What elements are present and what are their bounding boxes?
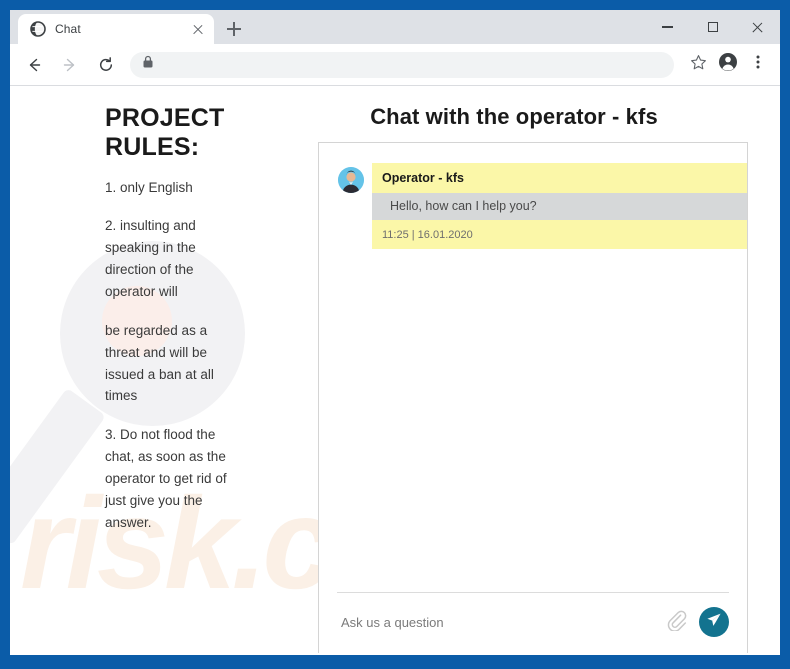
reload-button[interactable] — [91, 50, 121, 80]
paperclip-icon — [665, 609, 687, 636]
project-rules-panel: PROJECT RULES: 1. only English 2. insult… — [105, 104, 290, 653]
composer-divider — [337, 592, 729, 593]
chat-window: Operator - kfs Hello, how can I help you… — [318, 142, 748, 653]
project-rule-item: be regarded as a threat and will be issu… — [105, 322, 214, 404]
globe-icon — [30, 21, 46, 37]
profile-button[interactable] — [714, 51, 742, 79]
tab-title: Chat — [55, 22, 81, 36]
chat-message: Operator - kfs Hello, how can I help you… — [319, 163, 747, 249]
maximize-icon — [707, 22, 718, 32]
tab-strip: Chat — [10, 10, 780, 44]
project-rule-item: 1. only English — [105, 179, 193, 195]
chat-heading: Chat with the operator - kfs — [370, 104, 658, 129]
tab-chat[interactable]: Chat — [18, 14, 214, 44]
lock-icon — [142, 55, 154, 74]
address-bar[interactable] — [130, 51, 674, 78]
project-rule-item: 3. Do not flood the chat, as soon as the… — [105, 427, 227, 530]
chat-message-timestamp: 11:25 | 16.01.2020 — [382, 229, 473, 241]
attach-file-button[interactable] — [663, 609, 689, 635]
chat-input[interactable] — [337, 614, 663, 630]
minimize-icon — [662, 26, 673, 28]
window-controls — [645, 10, 780, 44]
reload-icon — [97, 56, 115, 74]
chat-message-body: Operator - kfs Hello, how can I help you… — [372, 163, 747, 249]
chat-column: Chat with the operator - kfs Operator - … — [318, 104, 772, 653]
send-message-button[interactable] — [699, 607, 729, 637]
chat-message-text: Hello, how can I help you? — [372, 193, 747, 220]
star-icon — [690, 54, 707, 76]
page-viewport: PC risk.com PROJECT RULES: 1. only Engli… — [10, 86, 780, 653]
arrow-right-icon — [61, 56, 79, 74]
chat-composer — [319, 592, 747, 653]
page-content: PROJECT RULES: 1. only English 2. insult… — [10, 86, 780, 653]
close-icon — [751, 21, 764, 34]
minimize-button[interactable] — [645, 10, 690, 44]
operator-avatar-icon — [338, 167, 364, 193]
arrow-left-icon — [25, 56, 43, 74]
close-tab-icon[interactable] — [190, 21, 206, 37]
chat-message-list: Operator - kfs Hello, how can I help you… — [319, 143, 747, 592]
chat-message-author: Operator - kfs — [382, 171, 464, 185]
composer-row — [337, 607, 729, 637]
project-rule-item: 2. insulting and speaking in the directi… — [105, 218, 196, 299]
browser-menu-button[interactable] — [744, 51, 772, 79]
kebab-menu-icon — [750, 54, 766, 75]
close-window-button[interactable] — [735, 10, 780, 44]
browser-toolbar — [10, 44, 780, 86]
browser-window: Chat risk.com PROJECT RULES: 1. only Eng… — [10, 10, 780, 655]
project-rules-title: PROJECT RULES: — [105, 104, 225, 162]
send-paper-plane-icon — [705, 611, 723, 634]
new-tab-button[interactable] — [220, 15, 248, 43]
forward-button[interactable] — [55, 50, 85, 80]
maximize-button[interactable] — [690, 10, 735, 44]
bookmark-button[interactable] — [684, 51, 712, 79]
back-button[interactable] — [19, 50, 49, 80]
account-icon — [718, 52, 738, 77]
